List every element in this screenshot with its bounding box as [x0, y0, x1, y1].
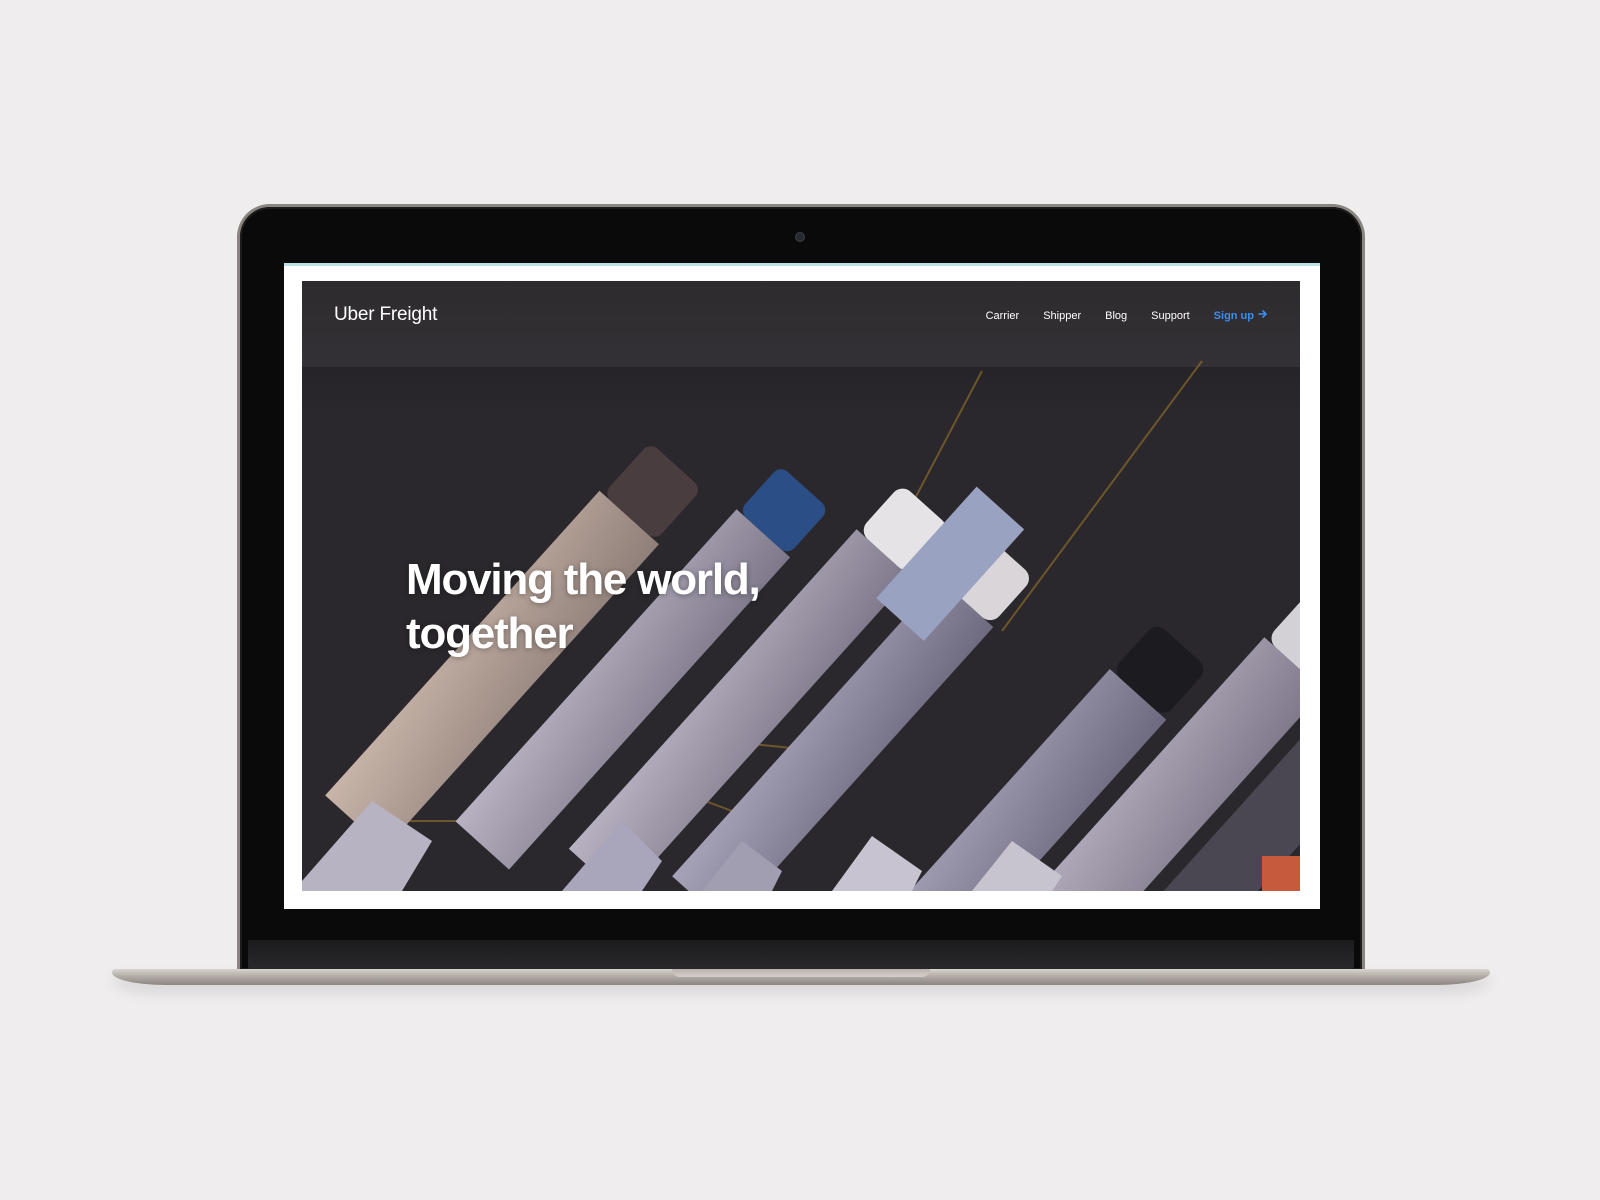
- signup-label: Sign up: [1213, 309, 1254, 322]
- hero-headline-line-1: Moving the world,: [406, 555, 761, 604]
- hero-headline: Moving the world, together: [406, 553, 926, 661]
- laptop-base: [112, 969, 1490, 985]
- nav-link-blog[interactable]: Blog: [1105, 310, 1127, 322]
- signup-button[interactable]: Sign up: [1214, 309, 1268, 322]
- nav-link-shipper[interactable]: Shipper: [1043, 310, 1081, 322]
- nav-link-carrier[interactable]: Carrier: [986, 310, 1020, 322]
- laptop-screen: Uber Freight Carrier Shipper Blog Suppor…: [284, 263, 1320, 909]
- arrow-right-icon: [1258, 309, 1268, 322]
- nav-links: Carrier Shipper Blog Support Sign up: [986, 309, 1268, 322]
- laptop-hinge-notch: [672, 969, 930, 977]
- laptop-lid: Uber Freight Carrier Shipper Blog Suppor…: [240, 207, 1362, 970]
- screen-chin: [248, 940, 1354, 970]
- camera-icon: [796, 233, 804, 241]
- hero-headline-line-2: together: [406, 609, 574, 658]
- top-navigation: Uber Freight Carrier Shipper Blog Suppor…: [302, 281, 1300, 351]
- nav-link-support[interactable]: Support: [1151, 310, 1190, 322]
- brand-logo[interactable]: Uber Freight: [334, 304, 437, 326]
- hero-section: Uber Freight Carrier Shipper Blog Suppor…: [302, 281, 1300, 891]
